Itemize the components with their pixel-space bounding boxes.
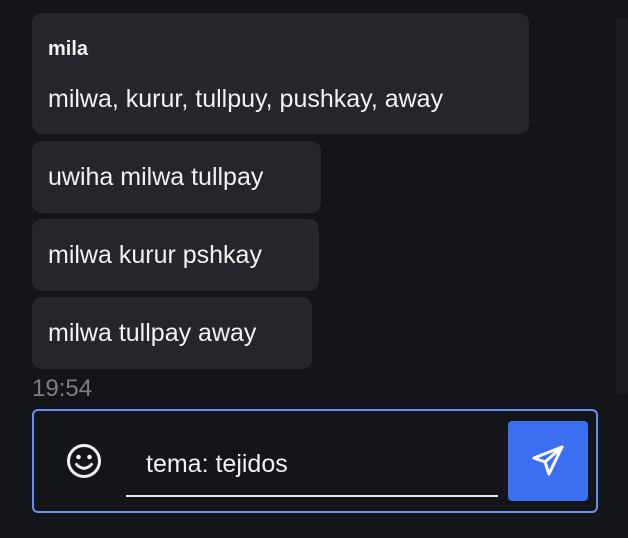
message-bubble: milwa kurur pshkay bbox=[32, 219, 319, 291]
message-text: milwa kurur pshkay bbox=[48, 241, 262, 269]
paper-plane-icon bbox=[532, 445, 564, 476]
message-text: milwa, kurur, tullpuy, pushkay, away bbox=[48, 85, 444, 113]
message-bubble: mila milwa, kurur, tullpuy, pushkay, awa… bbox=[32, 13, 529, 134]
message-bubble: milwa tullpay away bbox=[32, 297, 312, 369]
chat-window: mila milwa, kurur, tullpuy, pushkay, awa… bbox=[0, 0, 628, 538]
message-bubble: uwiha milwa tullpay bbox=[32, 141, 321, 213]
message-timestamp: 19:54 bbox=[32, 375, 93, 402]
smiley-icon[interactable] bbox=[66, 443, 102, 479]
scrollbar[interactable] bbox=[616, 18, 628, 394]
message-composer bbox=[32, 409, 598, 513]
message-sender: mila bbox=[48, 38, 89, 60]
message-input-wrapper bbox=[126, 439, 498, 497]
message-text: uwiha milwa tullpay bbox=[48, 163, 264, 191]
message-input[interactable] bbox=[126, 439, 498, 495]
send-button[interactable] bbox=[508, 421, 588, 501]
message-text: milwa tullpay away bbox=[48, 319, 257, 347]
